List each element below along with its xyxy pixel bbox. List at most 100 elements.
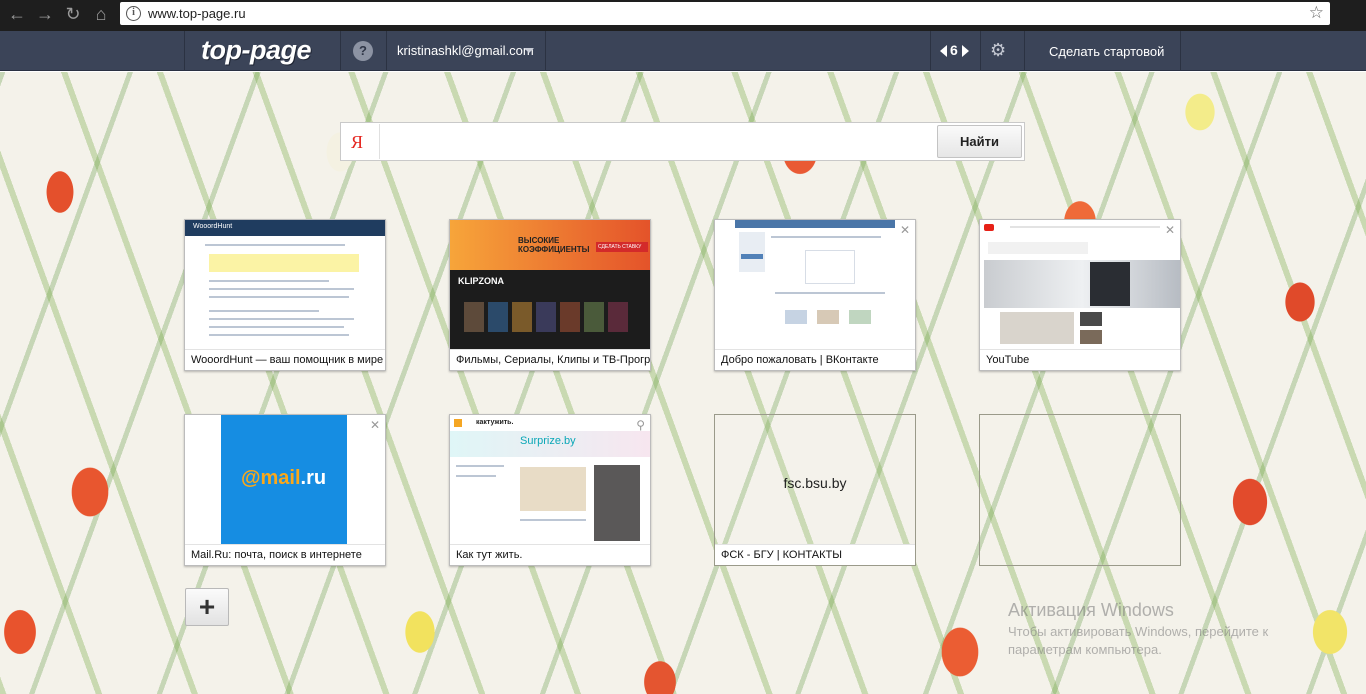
tile-thumbnail[interactable]: WooordHunt bbox=[185, 220, 385, 349]
thumb-line bbox=[520, 519, 586, 521]
search-input[interactable] bbox=[379, 124, 939, 159]
tile-thumbnail[interactable] bbox=[715, 220, 915, 349]
speed-dial-tile[interactable]: кактужить. Surprize.by ⚲ Как тут жить. bbox=[449, 414, 651, 566]
activation-watermark-title: Активация Windows bbox=[1008, 600, 1174, 620]
thumb-button bbox=[741, 254, 763, 259]
thumb-header bbox=[735, 220, 895, 228]
account-email[interactable]: kristinashkl@gmail.com bbox=[397, 43, 534, 58]
thumb-image bbox=[849, 310, 871, 324]
mailru-logo-panel: @mail.ru bbox=[221, 415, 347, 544]
tile-title[interactable]: Как тут жить. bbox=[450, 544, 650, 565]
info-icon[interactable]: i bbox=[126, 6, 141, 21]
header-divider bbox=[340, 31, 341, 71]
prev-page-icon[interactable] bbox=[940, 45, 947, 57]
header-divider bbox=[1180, 31, 1181, 71]
speed-dial-tile[interactable]: ✕ YouTube bbox=[979, 219, 1181, 371]
tile-thumbnail[interactable]: кактужить. Surprize.by bbox=[450, 415, 650, 544]
thumb-brand: кактужить. bbox=[476, 419, 514, 426]
gear-icon[interactable]: ⚙ bbox=[990, 40, 1006, 61]
close-icon[interactable]: ✕ bbox=[900, 223, 910, 237]
close-icon[interactable]: ✕ bbox=[1165, 223, 1175, 237]
home-icon[interactable]: ⌂ bbox=[90, 3, 112, 25]
speed-dial-tile[interactable]: WooordHunt WooordHunt — ваш помощник в м… bbox=[184, 219, 386, 371]
thumb-banner-text: ВЫСОКИЕ КОЭФФИЦИЕНТЫ bbox=[518, 236, 590, 254]
thumb-hero bbox=[984, 260, 1180, 308]
tile-thumbnail[interactable]: ВЫСОКИЕ КОЭФФИЦИЕНТЫ СДЕЛАТЬ СТАВКУ KLIP… bbox=[450, 220, 650, 349]
make-start-page-link[interactable]: Сделать стартовой bbox=[1049, 44, 1164, 59]
address-bar[interactable]: i www.top-page.ru ☆ bbox=[120, 2, 1330, 25]
tile-title[interactable]: WooordHunt — ваш помощник в мире английс… bbox=[185, 349, 385, 370]
thumb-photo bbox=[594, 465, 640, 541]
header-divider bbox=[980, 31, 981, 71]
thumb-line bbox=[209, 288, 354, 290]
tile-domain-text[interactable]: fsc.bsu.by bbox=[715, 475, 915, 491]
thumb-line bbox=[209, 310, 319, 312]
thumb-searchbar bbox=[1010, 226, 1160, 228]
thumb-form bbox=[805, 250, 855, 284]
thumb-video bbox=[1080, 312, 1102, 326]
reload-icon[interactable]: ↻ bbox=[62, 3, 84, 25]
tile-title[interactable]: Добро пожаловать | ВКонтакте bbox=[715, 349, 915, 370]
tile-title[interactable]: ФСК - БГУ | КОНТАКТЫ bbox=[715, 544, 915, 565]
tile-thumbnail[interactable]: @mail.ru bbox=[185, 415, 385, 544]
thumb-surprize: Surprize.by bbox=[520, 435, 576, 447]
forward-icon[interactable]: → bbox=[34, 3, 56, 25]
close-icon[interactable]: ✕ bbox=[370, 418, 380, 432]
help-icon[interactable]: ? bbox=[353, 41, 373, 61]
tile-title[interactable]: Mail.Ru: почта, поиск в интернете bbox=[185, 544, 385, 565]
url-text[interactable]: www.top-page.ru bbox=[148, 6, 246, 21]
thumb-line bbox=[209, 318, 354, 320]
pin-icon[interactable]: ⚲ bbox=[636, 418, 645, 432]
thumb-poster bbox=[560, 302, 580, 332]
site-header: top-page ? kristinashkl@gmail.com 6 ⚙ Сд… bbox=[0, 31, 1366, 71]
thumb-poster bbox=[488, 302, 508, 332]
thumb-line bbox=[209, 326, 344, 328]
thumb-phone bbox=[1090, 262, 1130, 306]
browser-toolbar: ← → ↻ ⌂ i www.top-page.ru ☆ bbox=[0, 0, 1366, 31]
header-divider bbox=[930, 31, 931, 71]
tile-thumbnail[interactable] bbox=[980, 220, 1180, 349]
chevron-down-icon[interactable] bbox=[524, 48, 534, 53]
search-box: Я Найти bbox=[340, 122, 1025, 161]
thumb-login-panel bbox=[739, 232, 765, 272]
thumb-line bbox=[456, 475, 496, 477]
speed-dial-tile[interactable]: ВЫСОКИЕ КОЭФФИЦИЕНТЫ СДЕЛАТЬ СТАВКУ KLIP… bbox=[449, 219, 651, 371]
empty-tile-slot[interactable] bbox=[979, 414, 1181, 566]
speed-dial-tile[interactable]: @mail.ru ✕ Mail.Ru: почта, поиск в интер… bbox=[184, 414, 386, 566]
kaktuzhit-logo-icon bbox=[454, 419, 462, 427]
thumb-image bbox=[785, 310, 807, 324]
speed-dial-tile[interactable]: ✕ Добро пожаловать | ВКонтакте bbox=[714, 219, 916, 371]
thumb-line bbox=[775, 292, 885, 294]
youtube-logo-icon bbox=[984, 224, 994, 231]
thumb-poster bbox=[608, 302, 628, 332]
bookmark-star-icon[interactable]: ☆ bbox=[1309, 3, 1324, 23]
search-button[interactable]: Найти bbox=[937, 125, 1022, 158]
thumb-poster bbox=[464, 302, 484, 332]
thumb-line bbox=[456, 465, 504, 467]
tile-title[interactable]: YouTube bbox=[980, 349, 1180, 370]
thumb-image bbox=[520, 467, 586, 511]
thumb-brand: KLIPZONA bbox=[458, 276, 504, 286]
speed-dial-tile[interactable]: fsc.bsu.by ФСК - БГУ | КОНТАКТЫ bbox=[714, 414, 916, 566]
yandex-logo-icon: Я bbox=[351, 132, 364, 152]
thumb-video bbox=[1080, 330, 1102, 344]
back-icon[interactable]: ← bbox=[6, 3, 28, 25]
thumb-video bbox=[1000, 312, 1074, 344]
header-divider bbox=[545, 31, 546, 71]
thumb-site-title: WooordHunt bbox=[193, 223, 233, 230]
thumb-poster bbox=[584, 302, 604, 332]
thumb-line bbox=[209, 280, 329, 282]
mailru-logo: @mail.ru bbox=[241, 467, 327, 489]
thumb-line bbox=[771, 236, 881, 238]
activation-watermark-text: Чтобы активировать Windows, перейдите к … bbox=[1008, 624, 1269, 657]
thumb-line bbox=[205, 244, 345, 246]
next-page-icon[interactable] bbox=[962, 45, 969, 57]
header-divider bbox=[386, 31, 387, 71]
add-tile-button[interactable]: + bbox=[185, 588, 229, 626]
thumb-image bbox=[817, 310, 839, 324]
tile-title[interactable]: Фильмы, Сериалы, Клипы и ТВ-Программы bbox=[450, 349, 650, 370]
site-logo[interactable]: top-page bbox=[201, 35, 312, 66]
header-divider bbox=[184, 31, 185, 71]
thumb-line bbox=[209, 296, 349, 298]
thumb-cta: СДЕЛАТЬ СТАВКУ bbox=[596, 242, 648, 252]
